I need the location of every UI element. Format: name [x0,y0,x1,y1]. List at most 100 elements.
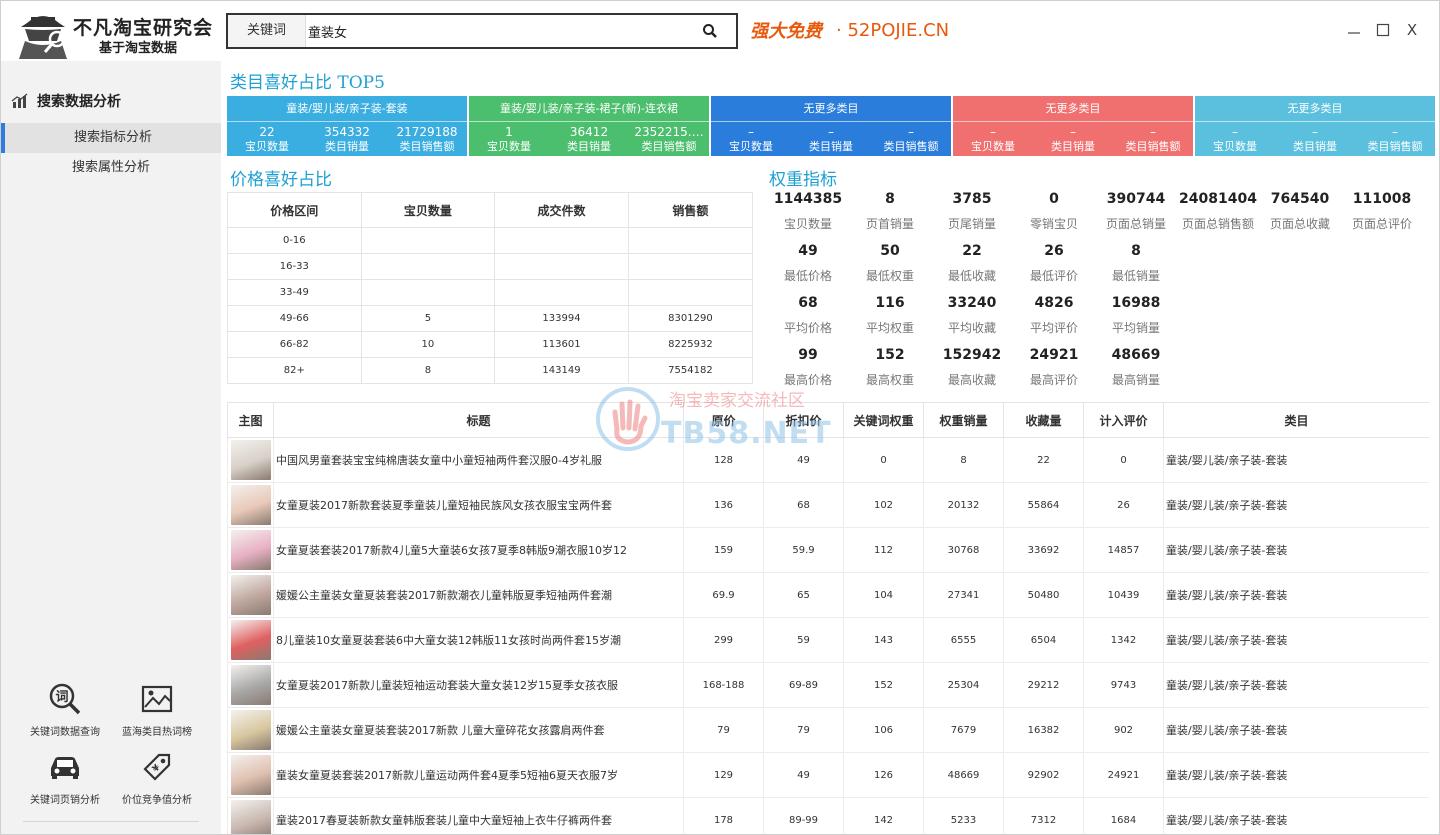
weight-metric-label: 宝贝数量 [783,217,832,231]
weight-metric-value: 116 [875,295,905,311]
product-title[interactable]: 童装2017春夏装新款女童韩版套装儿童中大童短袖上衣牛仔裤两件套 [273,797,684,834]
top5-sales-label: 类目销量 [1293,140,1337,153]
col-keyword-weight[interactable]: 关键词权重 [843,402,924,438]
price-col-amount[interactable]: 销售额 [627,192,754,228]
product-thumbnail[interactable] [230,620,271,660]
product-row[interactable]: 女童夏装2017新款儿童装短袖运动套装大童女装12岁15夏季女孩衣服 168-18… [227,662,1429,708]
weights-title: 权重指标 [769,170,837,190]
product-row[interactable]: 中国风男童套装宝宝纯棉唐装女童中小童短袖两件套汉服0-4岁礼服 128 49 0 8 22… [227,437,1429,483]
price-row[interactable]: 82+ 8 143149 7554182 [227,357,754,384]
top5-category-stats: – 宝贝数量 – 类目销量 – 类目销售额 [953,121,1193,156]
product-thumbnail[interactable] [230,530,271,570]
product-thumbnail[interactable] [230,665,271,705]
product-fav: 29212 [1003,662,1084,708]
price-col-count[interactable]: 宝贝数量 [360,192,496,228]
close-button[interactable]: X [1399,17,1425,43]
product-thumbnail[interactable] [230,800,271,834]
app-window: 不凡淘宝研究会 基于淘宝数据 关键词 强大免费 · 52POJIE.CN X 搜… [0,0,1440,835]
product-thumbnail[interactable] [230,575,271,615]
product-fav: 7312 [1003,797,1084,834]
col-discount[interactable]: 折扣价 [763,402,844,438]
product-row[interactable]: 8儿童装10女童夏装套装6中大童女装12韩版11女孩时尚两件套15岁潮 299 59… [227,617,1429,663]
product-image-cell [227,617,274,663]
col-title[interactable]: 标题 [273,402,684,438]
product-title[interactable]: 女童夏装2017新款儿童装短袖运动套装大童女装12岁15夏季女孩衣服 [273,662,684,708]
col-reviews[interactable]: 计入评价 [1083,402,1164,438]
price-col-range[interactable]: 价格区间 [227,192,362,228]
product-thumbnail[interactable] [230,710,271,750]
maximize-button[interactable] [1370,17,1396,43]
product-thumbnail[interactable] [230,755,271,795]
weight-metric: 50 最低权重 [849,242,931,285]
product-table-container[interactable]: 主图 标题 原价 折扣价 关键词权重 权重销量 收藏量 计入评价 类目 中国风男… [227,402,1429,834]
top5-stat-sales: – 类目销量 [1033,122,1113,156]
minimize-icon [1348,32,1360,34]
sidebar-section-title: 搜索数据分析 [11,91,121,111]
product-row[interactable]: 童装2017春夏装新款女童韩版套装儿童中大童短袖上衣牛仔裤两件套 178 89-99… [227,797,1429,834]
price-col-deals[interactable]: 成交件数 [494,192,629,228]
top5-category[interactable]: 无更多类目 – 宝贝数量 – 类目销量 – 类目销售额 [711,96,951,156]
price-row[interactable]: 0-16 [227,227,754,254]
product-row[interactable]: 女童夏装2017新款套装夏季童装儿童短袖民族风女孩衣服宝宝两件套 136 68 102… [227,482,1429,528]
product-title[interactable]: 女童夏装2017新款套装夏季童装儿童短袖民族风女孩衣服宝宝两件套 [273,482,684,528]
product-image-cell [227,752,274,798]
col-favorites[interactable]: 收藏量 [1003,402,1084,438]
tool-label: 价位竞争值分析 [122,795,192,806]
tool-blue-ocean-hotwords[interactable]: 蓝海类目热词榜 [109,681,205,738]
col-image[interactable]: 主图 [227,402,274,438]
product-row[interactable]: 媛媛公主童装女童夏装套装2017新款 儿童大童碎花女孩露肩两件套 79 79 106 7… [227,707,1429,753]
product-reviews: 902 [1083,707,1164,753]
product-title[interactable]: 中国风男童套装宝宝纯棉唐装女童中小童短袖两件套汉服0-4岁礼服 [273,437,684,483]
price-row[interactable]: 49-66 5 133994 8301290 [227,305,754,332]
top5-sales-label: 类目销量 [567,140,611,153]
product-fav: 33692 [1003,527,1084,573]
price-cell: 8225932 [627,331,754,358]
top5-category[interactable]: 童装/婴儿装/亲子装-裙子(新)-连衣裙 1 宝贝数量 36412 类目销量 235221… [469,96,709,156]
weight-metric-value: 8 [1131,243,1141,259]
product-title[interactable]: 女童夏装套装2017新款4儿童5大童装6女孩7夏季8韩版9潮衣服10岁12 [273,527,684,573]
product-discount: 69-89 [763,662,844,708]
search-type-label[interactable]: 关键词 [228,15,306,47]
product-title[interactable]: 媛媛公主童装女童夏装套装2017新款 儿童大童碎花女孩露肩两件套 [273,707,684,753]
tool-price-competition[interactable]: ¥ 价位竞争值分析 [109,749,205,806]
product-image-cell [227,572,274,618]
price-row[interactable]: 33-49 [227,279,754,306]
weight-metric-value: 49 [798,243,818,259]
minimize-button[interactable] [1341,17,1367,43]
product-thumbnail[interactable] [230,485,271,525]
weight-metric-value: 99 [798,347,818,363]
tool-label: 蓝海类目热词榜 [122,727,192,738]
price-row[interactable]: 16-33 [227,253,754,280]
product-title[interactable]: 8儿童装10女童夏装套装6中大童女装12韩版11女孩时尚两件套15岁潮 [273,617,684,663]
top5-category[interactable]: 无更多类目 – 宝贝数量 – 类目销量 – 类目销售额 [953,96,1193,156]
col-category[interactable]: 类目 [1163,402,1429,438]
top5-count-value: – [990,125,996,139]
product-title[interactable]: 媛媛公主童装女童夏装套装2017新款潮衣儿童韩版夏季短袖两件套潮 [273,572,684,618]
product-row[interactable]: 童装女童夏装套装2017新款儿童运动两件套4夏季5短袖6夏天衣服7岁 129 49 1… [227,752,1429,798]
product-title[interactable]: 童装女童夏装套装2017新款儿童运动两件套4夏季5短袖6夏天衣服7岁 [273,752,684,798]
top5-count-value: 1 [505,125,513,139]
search-button[interactable] [682,15,738,47]
product-image-cell [227,527,274,573]
top5-sales-value: – [1312,125,1318,139]
top5-category[interactable]: 无更多类目 – 宝贝数量 – 类目销量 – 类目销售额 [1195,96,1435,156]
col-weight-sales[interactable]: 权重销量 [923,402,1004,438]
product-row[interactable]: 媛媛公主童装女童夏装套装2017新款潮衣儿童韩版夏季短袖两件套潮 69.9 65 10… [227,572,1429,618]
sidebar-item-search-metrics[interactable]: 搜索指标分析 [1,123,221,153]
product-thumbnail[interactable] [230,440,271,480]
col-price[interactable]: 原价 [683,402,764,438]
weight-metric-label: 最低收藏 [947,269,996,283]
weight-metric: 764540 页面总收藏 [1259,190,1341,233]
weight-metric: 4826 平均评价 [1013,294,1095,337]
tool-keyword-page-sales[interactable]: 关键词页销分析 [17,749,113,806]
product-weight-sales: 27341 [923,572,1004,618]
product-category: 童装/婴儿装/亲子装-套装 [1163,617,1429,663]
product-row[interactable]: 女童夏装套装2017新款4儿童5大童装6女孩7夏季8韩版9潮衣服10岁12 159… [227,527,1429,573]
price-row[interactable]: 66-82 10 113601 8225932 [227,331,754,358]
sidebar-item-search-attributes[interactable]: 搜索属性分析 [1,153,221,183]
top5-category[interactable]: 童装/婴儿装/亲子装-套装 22 宝贝数量 354332 类目销量 21729188 类目销… [227,96,467,156]
search-input[interactable] [308,17,678,45]
image-chart-icon [141,685,173,713]
tool-keyword-query[interactable]: 词 关键词数据查询 [17,681,113,738]
top5-stat-amount: 2352215.… 类目销售额 [629,122,709,156]
